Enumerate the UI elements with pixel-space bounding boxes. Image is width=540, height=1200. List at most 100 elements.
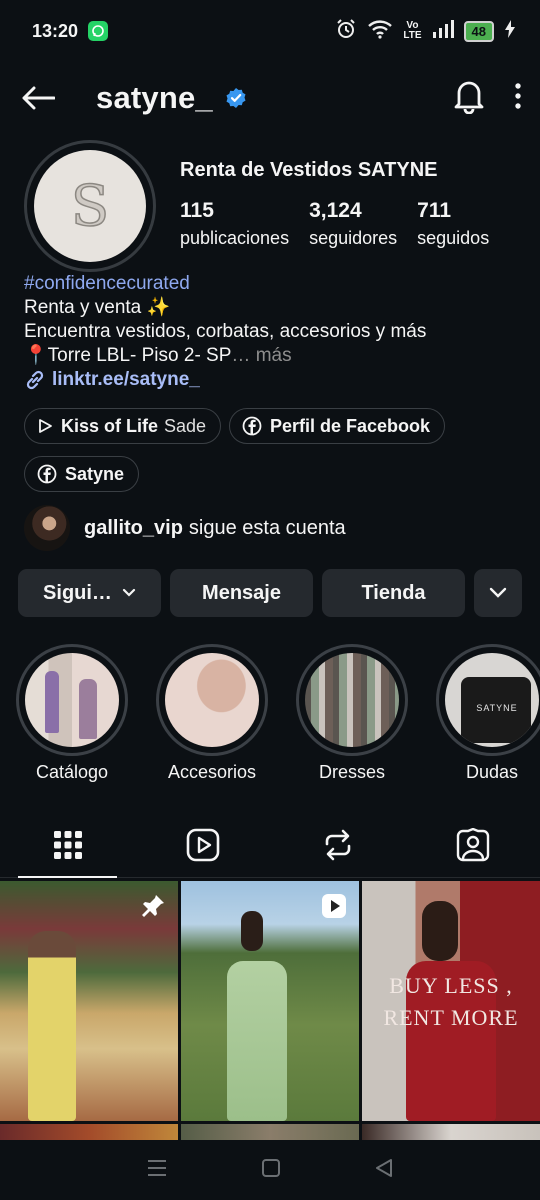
bio-line-1: Renta y venta ✨	[24, 297, 171, 318]
tab-reposts[interactable]	[270, 812, 405, 877]
highlight-ring	[156, 644, 268, 756]
shop-button-label: Tienda	[361, 581, 426, 604]
verified-badge-icon	[226, 88, 246, 108]
avatar-logo-letter: S	[70, 173, 110, 240]
post-overlay-text-line2: RENT MORE	[383, 1005, 519, 1030]
bio-link-text: linktr.ee/satyne_	[52, 369, 200, 390]
triangle-back-icon	[375, 1158, 392, 1177]
stat-following-label: seguidos	[417, 228, 490, 248]
followed-by-text: sigue esta cuenta	[188, 516, 346, 539]
message-button[interactable]: Mensaje	[170, 569, 313, 617]
post-thumbnail[interactable]: BUY LESS , RENT MORE	[362, 881, 540, 1121]
stat-followers-label: seguidores	[309, 228, 398, 248]
suggested-accounts-button[interactable]	[474, 569, 522, 617]
play-icon	[39, 419, 52, 433]
highlight-label: Dudas	[465, 762, 519, 782]
bio-hashtag[interactable]: #confidencecurated	[24, 272, 524, 296]
stat-posts-label: publicaciones	[180, 228, 290, 248]
facebook-profile-label: Perfil de Facebook	[270, 415, 431, 436]
highlight-label: Catálogo	[35, 762, 109, 782]
status-bar: 13:20 Vo LTE 48	[0, 0, 540, 62]
home-button[interactable]	[261, 1158, 281, 1183]
notifications-bell-button[interactable]	[452, 78, 486, 119]
highlight-ring	[16, 644, 128, 756]
highlight-dudas[interactable]: SATYNE Dudas	[436, 644, 540, 783]
bio-external-link[interactable]: linktr.ee/satyne_	[24, 368, 524, 392]
highlight-cover	[305, 653, 399, 747]
highlight-label: Dresses	[318, 762, 385, 782]
follower-username: gallito_vip	[84, 516, 183, 539]
bio-ellipsis: …	[231, 345, 251, 366]
profile-display-name: Renta de Vestidos SATYNE	[180, 159, 438, 181]
message-button-label: Mensaje	[202, 581, 281, 604]
stat-posts[interactable]: 115 publicaciones	[180, 197, 289, 251]
battery-level: 48	[463, 20, 494, 42]
stat-followers[interactable]: 3,124 seguidores	[309, 197, 397, 251]
shop-button[interactable]: Tienda	[322, 569, 465, 617]
system-navigation-bar	[0, 1140, 540, 1200]
facebook-profile-chip[interactable]: Perfil de Facebook	[229, 408, 446, 444]
tab-posts-grid[interactable]	[0, 812, 135, 878]
stat-following-value: 711	[417, 199, 452, 222]
bio-line-3: 📍Torre LBL- Piso 2- SP	[24, 345, 232, 366]
facebook-page-label: Satyne	[65, 463, 125, 484]
recent-apps-button[interactable]	[146, 1158, 168, 1183]
stat-posts-value: 115	[180, 199, 214, 222]
profile-stats: 115 publicaciones 3,124 seguidores 711 s…	[180, 197, 530, 251]
more-options-button[interactable]	[514, 82, 522, 114]
music-chip-title: Kiss of Life	[61, 415, 159, 436]
posts-grid: BUY LESS , RENT MORE	[0, 881, 540, 1141]
back-button[interactable]	[18, 78, 58, 118]
highlight-shirt-text: SATYNE	[476, 703, 518, 713]
profile-avatar[interactable]: S	[24, 140, 156, 272]
bio-more-link[interactable]: más	[256, 345, 292, 366]
post-thumbnail[interactable]	[0, 881, 178, 1121]
profile-bio: #confidencecurated Renta y venta ✨ Encue…	[24, 272, 524, 392]
tab-tagged[interactable]	[405, 812, 540, 877]
square-icon	[261, 1158, 280, 1177]
post-thumbnail[interactable]	[362, 1124, 540, 1141]
stat-following[interactable]: 711 seguidos	[417, 197, 489, 251]
bell-icon	[454, 81, 484, 114]
alarm-icon	[335, 18, 357, 45]
menu-lines-icon	[148, 1159, 167, 1176]
grid-icon	[53, 830, 82, 859]
chevron-down-icon	[489, 587, 507, 598]
tagged-person-icon	[456, 827, 489, 861]
profile-username: satyne_	[96, 80, 213, 115]
signal-icon	[432, 19, 454, 44]
highlight-dresses[interactable]: Dresses	[296, 644, 408, 783]
following-button-label: Sigui…	[43, 581, 112, 604]
post-thumbnail[interactable]	[181, 1124, 359, 1141]
profile-content-tabs	[0, 812, 540, 878]
link-icon	[26, 370, 44, 390]
status-time: 13:20	[32, 20, 79, 41]
bio-line-3-row: 📍Torre LBL- Piso 2- SP… más	[24, 344, 524, 368]
more-vertical-icon	[515, 82, 521, 109]
music-chip[interactable]: Kiss of Life Sade	[24, 408, 222, 444]
volte-indicator: Vo LTE	[403, 21, 421, 41]
wifi-icon	[367, 19, 393, 44]
reel-icon	[322, 894, 346, 918]
highlight-cover: SATYNE	[445, 653, 539, 747]
highlight-cover	[25, 653, 119, 747]
stat-followers-value: 3,124	[309, 199, 362, 222]
post-thumbnail[interactable]	[0, 1124, 178, 1141]
highlight-label: Accesorios	[167, 762, 257, 782]
followed-by-row[interactable]: gallito_vip sigue esta cuenta	[24, 505, 346, 551]
highlight-catalogo[interactable]: Catálogo	[16, 644, 128, 783]
following-button[interactable]: Sigui…	[18, 569, 161, 617]
facebook-page-chip[interactable]: Satyne	[24, 456, 140, 492]
tab-reels[interactable]	[135, 812, 270, 877]
post-thumbnail[interactable]	[181, 881, 359, 1121]
post-overlay-text-line1: BUY LESS ,	[389, 973, 513, 998]
story-highlights: Catálogo Accesorios Dresses SATYNE Dudas	[0, 644, 540, 784]
highlight-accesorios[interactable]: Accesorios	[156, 644, 268, 783]
charging-icon	[504, 19, 516, 44]
highlight-ring	[296, 644, 408, 756]
arrow-left-icon	[22, 86, 55, 110]
repost-icon	[325, 829, 350, 860]
system-back-button[interactable]	[374, 1158, 394, 1183]
profile-actions: Sigui… Mensaje Tienda	[18, 569, 522, 617]
facebook-icon	[242, 416, 262, 436]
